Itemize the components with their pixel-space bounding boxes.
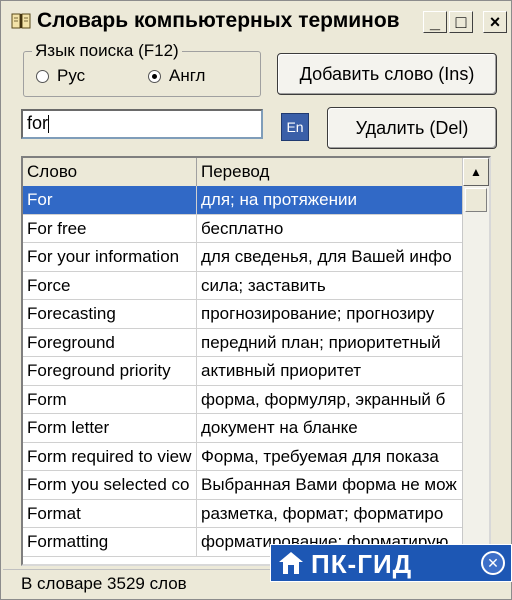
- dictionary-table: Слово Перевод For для; на протяжении For f…: [21, 156, 491, 566]
- minimize-icon: _: [429, 12, 440, 32]
- maximize-button[interactable]: □: [449, 11, 473, 33]
- word-cell: Foreground: [23, 328, 197, 356]
- app-window: Словарь компьютерных терминов _ □ × Язык…: [0, 0, 512, 600]
- table-row[interactable]: Foreground передний план; приоритетный: [23, 328, 463, 357]
- search-input-value: for: [27, 113, 49, 133]
- search-input[interactable]: for: [21, 109, 263, 139]
- table-row[interactable]: Foreground priority активный приоритет: [23, 357, 463, 386]
- word-cell: Forecasting: [23, 300, 197, 328]
- word-count-status: В словаре 3529 слов: [21, 574, 187, 593]
- translation-cell: бесплатно: [197, 214, 463, 242]
- word-cell: Form: [23, 385, 197, 413]
- vertical-scrollbar[interactable]: ▲: [462, 158, 489, 564]
- table-row[interactable]: Form required to view Форма, требуемая дл…: [23, 442, 463, 471]
- radio-english-indicator[interactable]: [148, 69, 161, 83]
- translation-cell: Форма, требуемая для показа: [197, 442, 463, 470]
- word-cell: For: [23, 186, 197, 214]
- translation-cell: для сведенья, для Вашей инфо: [197, 243, 463, 271]
- watermark-close-icon[interactable]: ✕: [481, 551, 505, 575]
- book-icon: [11, 13, 31, 29]
- translation-cell: активный приоритет: [197, 357, 463, 385]
- radio-russian-indicator[interactable]: [36, 69, 49, 83]
- delete-button[interactable]: Удалить (Del): [327, 107, 497, 149]
- watermark-text: ПК-ГИД: [311, 549, 413, 579]
- translation-cell: форма, формуляр, экранный б: [197, 385, 463, 413]
- text-caret: [48, 115, 50, 134]
- window-title: Словарь компьютерных терминов: [37, 9, 400, 32]
- translation-cell: для; на протяжении: [197, 186, 463, 214]
- arrow-up-icon: ▲: [470, 165, 482, 179]
- title-bar[interactable]: Словарь компьютерных терминов _ □ ×: [3, 3, 509, 39]
- word-cell: Format: [23, 499, 197, 527]
- translation-cell: прогнозирование; прогнозиру: [197, 300, 463, 328]
- radio-english[interactable]: Англ: [148, 66, 205, 86]
- table-row[interactable]: Form letter документ на бланке: [23, 414, 463, 443]
- translation-cell: передний план; приоритетный: [197, 328, 463, 356]
- table-row[interactable]: For free бесплатно: [23, 214, 463, 243]
- translation-cell: Выбранная Вами форма не мож: [197, 471, 463, 499]
- table-row[interactable]: For для; на протяжении: [23, 186, 463, 215]
- close-icon: ×: [489, 12, 501, 32]
- translation-cell: документ на бланке: [197, 414, 463, 442]
- minimize-button[interactable]: _: [423, 11, 447, 33]
- add-word-button[interactable]: Добавить слово (Ins): [277, 53, 497, 95]
- word-cell: Force: [23, 271, 197, 299]
- table-row[interactable]: Format разметка, формат; форматиро: [23, 499, 463, 528]
- word-cell: For your information: [23, 243, 197, 271]
- table-header: Слово Перевод: [23, 158, 463, 187]
- word-cell: For free: [23, 214, 197, 242]
- translation-cell: сила; заставить: [197, 271, 463, 299]
- table-body: For для; на протяжении For free бесплатно Fo…: [23, 186, 463, 557]
- search-language-group: Язык поиска (F12) Рус Англ: [23, 41, 261, 97]
- table-row[interactable]: Form you selected co Выбранная Вами форма…: [23, 471, 463, 500]
- table-row[interactable]: Form форма, формуляр, экранный б: [23, 385, 463, 414]
- translation-cell: разметка, формат; форматиро: [197, 499, 463, 527]
- radio-english-label: Англ: [169, 66, 206, 85]
- table-row[interactable]: For your information для сведенья, для Ва…: [23, 243, 463, 272]
- language-toggle-button[interactable]: En: [281, 113, 309, 141]
- watermark-banner: ПК-ГИД ✕: [270, 544, 512, 582]
- word-cell: Form required to view: [23, 442, 197, 470]
- word-cell: Foreground priority: [23, 357, 197, 385]
- column-header-translation[interactable]: Перевод: [197, 158, 463, 186]
- radio-russian-label: Рус: [57, 66, 86, 85]
- scroll-up-button[interactable]: ▲: [463, 158, 489, 186]
- table-row[interactable]: Forecasting прогнозирование; прогнозиру: [23, 300, 463, 329]
- radio-russian[interactable]: Рус: [36, 66, 85, 86]
- scroll-thumb[interactable]: [465, 188, 487, 212]
- house-logo-icon: [279, 552, 303, 574]
- close-button[interactable]: ×: [483, 11, 507, 33]
- word-cell: Form letter: [23, 414, 197, 442]
- table-row[interactable]: Force сила; заставить: [23, 271, 463, 300]
- column-header-word[interactable]: Слово: [23, 158, 197, 186]
- search-language-label: Язык поиска (F12): [32, 41, 182, 61]
- word-cell: Form you selected co: [23, 471, 197, 499]
- word-cell: Formatting: [23, 528, 197, 556]
- maximize-icon: □: [455, 12, 467, 32]
